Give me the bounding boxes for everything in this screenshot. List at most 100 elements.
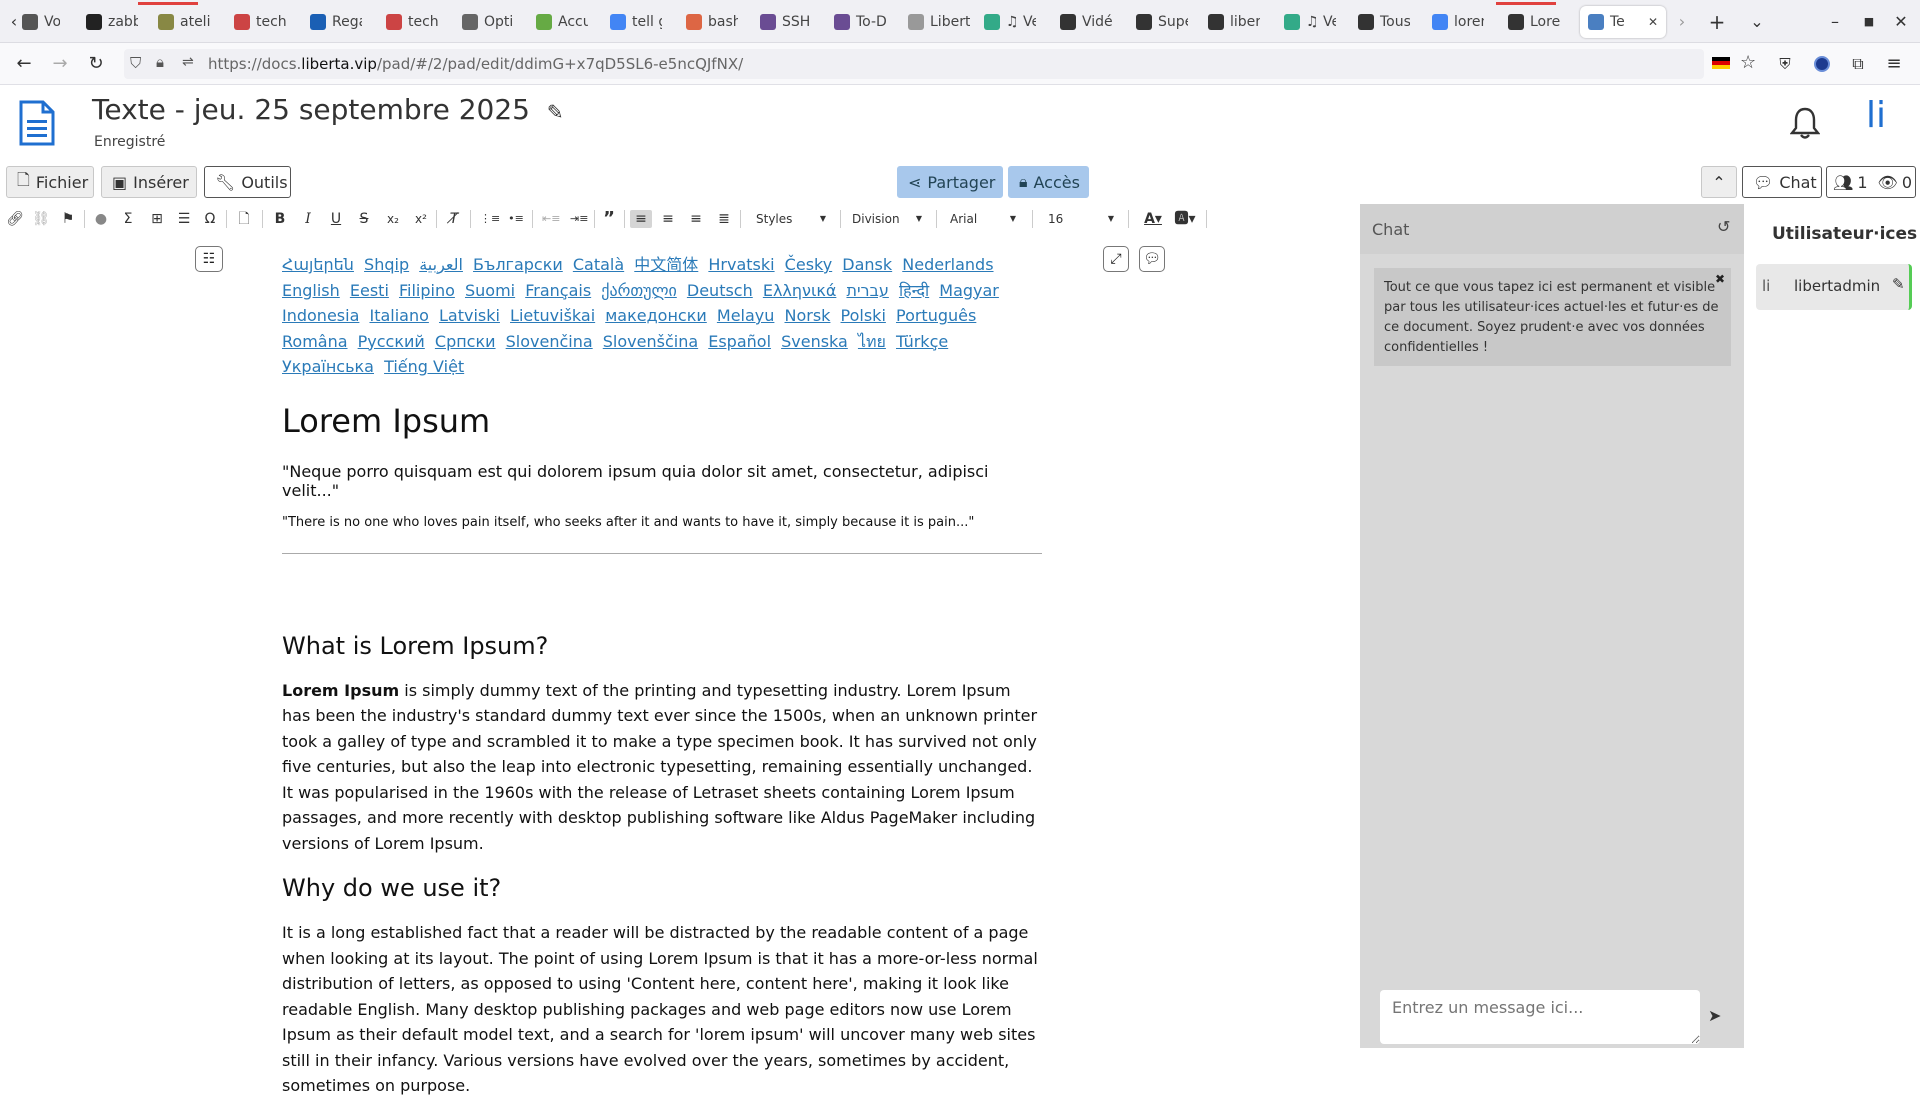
page-break-icon[interactable]: 🗋︎ (236, 210, 252, 228)
special-char-omega-icon[interactable]: Ω (202, 210, 218, 228)
language-link[interactable]: Româna (282, 332, 348, 351)
language-link[interactable]: Español (708, 332, 771, 351)
table-icon[interactable]: ⊞ (148, 210, 166, 228)
language-link[interactable]: Deutsch (687, 281, 753, 300)
browser-tab[interactable]: To-D (826, 6, 886, 38)
address-bar[interactable]: ⛉ 🔒︎ ⇌ https://docs.liberta.vip/pad/#/2/… (124, 49, 1756, 79)
comment-icon[interactable]: ● (92, 210, 110, 228)
browser-tab[interactable]: ♫ Ve (976, 6, 1036, 38)
close-tab-icon[interactable]: ✕ (1648, 15, 1658, 29)
browser-tab[interactable]: SSH (752, 6, 812, 38)
language-link[interactable]: Norsk (785, 306, 831, 325)
users-toggle-button[interactable]: 👥︎ 1 👁︎ 0 (1826, 166, 1916, 198)
remove-format-icon[interactable]: T̸ (446, 210, 462, 228)
font-family-dropdown[interactable]: Arial ▼ (950, 209, 1016, 229)
browser-tab[interactable]: Rega (302, 6, 362, 38)
browser-tab[interactable]: Vidé (1052, 6, 1112, 38)
reload-icon[interactable]: ↻ (84, 52, 108, 76)
language-link[interactable]: македонски (605, 306, 707, 325)
italic-icon[interactable]: I (300, 210, 316, 228)
padlock-icon[interactable]: 🔒︎ (156, 53, 164, 71)
fullscreen-expand-icon[interactable]: ⤢ (1103, 246, 1129, 272)
tabs-scroll-right-icon[interactable]: › (1670, 10, 1694, 34)
collapse-toolbar-button[interactable]: ⌃ (1701, 166, 1737, 198)
language-link[interactable]: Català (573, 255, 624, 274)
site-permissions-icon[interactable]: ⇌ (182, 54, 194, 70)
send-message-icon[interactable]: ➤ (1708, 1006, 1721, 1025)
table-of-contents-icon[interactable]: ☷ (195, 246, 223, 272)
language-link[interactable]: 中文简体 (634, 255, 698, 274)
maximize-window-icon[interactable]: ■ (1857, 10, 1881, 34)
language-link[interactable]: Հայերեն (282, 255, 354, 274)
link-icon[interactable]: 🔗︎ (6, 210, 24, 228)
language-link[interactable]: Български (473, 255, 563, 274)
language-link[interactable]: Lietuviškai (510, 306, 595, 325)
url-text[interactable]: https://docs.liberta.vip/pad/#/2/pad/edi… (208, 55, 743, 73)
browser-tab[interactable]: Tous (1350, 6, 1410, 38)
forward-arrow-icon[interactable]: → (48, 52, 72, 76)
browser-tab[interactable]: libert (1200, 6, 1260, 38)
language-link[interactable]: עברית (846, 281, 888, 300)
extension-globe-icon[interactable] (1810, 52, 1834, 76)
language-link[interactable]: ქართული (601, 281, 677, 300)
close-window-icon[interactable]: ✕ (1889, 10, 1913, 34)
browser-tab[interactable]: Liberta (900, 6, 970, 38)
align-left-icon[interactable]: ≡ (630, 210, 652, 228)
language-link[interactable]: Melayu (717, 306, 775, 325)
chat-history-icon[interactable]: ↺ (1717, 217, 1730, 236)
language-link[interactable]: Indonesia (282, 306, 359, 325)
document-icon[interactable] (18, 100, 56, 146)
ublock-shield-icon[interactable]: ⛨ (1773, 52, 1797, 76)
browser-tab[interactable]: tell g (602, 6, 662, 38)
language-link[interactable]: Tiếng Việt (384, 357, 464, 376)
subscript-icon[interactable]: x₂ (384, 210, 402, 228)
background-color-icon[interactable]: 🅰︎▾ (1172, 210, 1198, 228)
notification-bell-icon[interactable] (1790, 106, 1820, 140)
extensions-puzzle-icon[interactable]: ⧉ (1846, 52, 1870, 76)
language-link[interactable]: Українська (282, 357, 374, 376)
language-link[interactable]: Српски (435, 332, 496, 351)
browser-tab[interactable]: Accu (528, 6, 588, 38)
browser-tab[interactable]: tech (226, 6, 286, 38)
text-color-icon[interactable]: A▾ (1140, 210, 1166, 228)
tracking-protection-shield-icon[interactable]: ⛉ (130, 54, 141, 72)
language-link[interactable]: हिन्दी (899, 281, 929, 300)
align-right-icon[interactable]: ≡ (688, 210, 704, 228)
user-list-item[interactable]: li libertadmin ✎ (1756, 264, 1912, 310)
minimize-window-icon[interactable]: – (1823, 10, 1847, 34)
align-center-icon[interactable]: ≡ (660, 210, 676, 228)
unlink-icon[interactable]: ⛓︎ (32, 210, 50, 228)
styles-dropdown[interactable]: Styles ▼ (756, 209, 826, 229)
language-link[interactable]: Hrvatski (708, 255, 774, 274)
app-menu-icon[interactable]: ≡ (1882, 52, 1906, 76)
bold-icon[interactable]: B (272, 210, 288, 228)
language-link[interactable]: ไทย (858, 332, 886, 351)
acces-button[interactable]: 🔒︎ Accès (1008, 166, 1089, 198)
new-tab-icon[interactable]: + (1705, 10, 1729, 34)
language-link[interactable]: Slovenčina (506, 332, 593, 351)
language-link[interactable]: Suomi (465, 281, 515, 300)
fichier-menu-button[interactable]: 🗋︎ Fichier (6, 166, 94, 198)
underline-icon[interactable]: U (328, 210, 344, 228)
language-link[interactable]: Latviski (439, 306, 500, 325)
comments-icon[interactable]: 💬︎ (1139, 246, 1165, 272)
language-link[interactable]: Русский (358, 332, 425, 351)
browser-tab[interactable]: ♫ Ve (1276, 6, 1336, 38)
browser-tab[interactable]: Vork (14, 6, 60, 38)
outdent-icon[interactable]: ⇤≡ (542, 210, 560, 228)
align-justify-icon[interactable]: ≣ (716, 210, 732, 228)
language-link[interactable]: Português (896, 306, 976, 325)
language-link[interactable]: Magyar (939, 281, 999, 300)
language-link[interactable]: Česky (785, 255, 833, 274)
back-arrow-icon[interactable]: ← (12, 52, 36, 76)
browser-tab[interactable]: Optio (454, 6, 514, 38)
language-link[interactable]: Italiano (369, 306, 428, 325)
language-link[interactable]: Dansk (842, 255, 892, 274)
user-avatar[interactable]: li (1866, 95, 1886, 136)
language-link[interactable]: Ελληνικά (763, 281, 837, 300)
indent-icon[interactable]: ⇥≡ (570, 210, 588, 228)
blockquote-icon[interactable]: ” (600, 210, 618, 228)
language-link[interactable]: Français (525, 281, 591, 300)
language-link[interactable]: English (282, 281, 340, 300)
language-link[interactable]: العربية (419, 255, 463, 274)
